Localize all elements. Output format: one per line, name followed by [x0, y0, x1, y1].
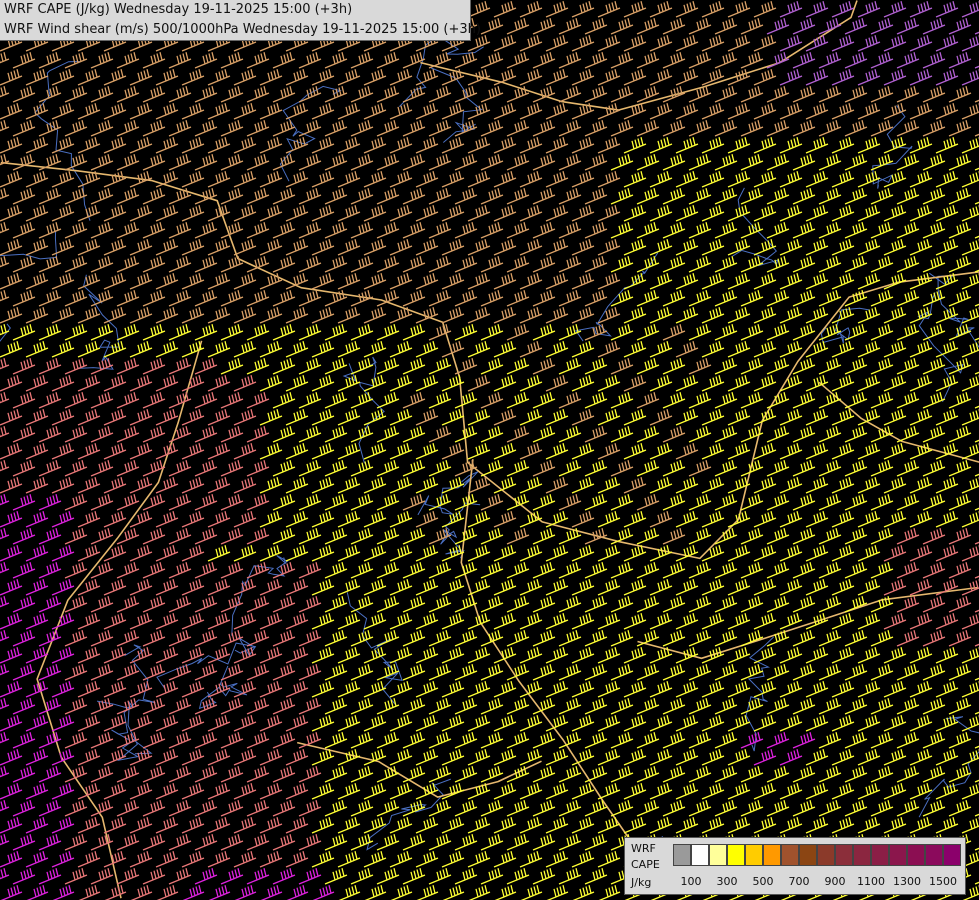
legend-color-scale — [673, 844, 961, 866]
legend-swatch — [691, 844, 709, 866]
legend-label-cape: CAPE — [631, 858, 660, 871]
wind-shear-map — [0, 0, 979, 900]
legend-swatch — [817, 844, 835, 866]
legend-tick: 1300 — [893, 875, 921, 888]
legend-tick: 500 — [752, 875, 774, 888]
legend-tick: 300 — [716, 875, 738, 888]
legend-swatch — [925, 844, 943, 866]
legend-swatch — [871, 844, 889, 866]
legend-tick: 100 — [680, 875, 702, 888]
legend-swatch — [763, 844, 781, 866]
legend-swatch — [727, 844, 745, 866]
cape-title: WRF CAPE (J/kg) Wednesday 19-11-2025 15:… — [4, 2, 353, 17]
legend-swatch — [943, 844, 961, 866]
legend-tick: 1500 — [929, 875, 957, 888]
cape-legend: WRF CAPE J/kg 100 300 500 700 900 1100 1300 150… — [624, 837, 966, 895]
legend-swatch — [907, 844, 925, 866]
legend-swatch — [709, 844, 727, 866]
legend-swatch — [781, 844, 799, 866]
wind-shear-title: WRF Wind shear (m/s) 500/1000hPa Wednesd… — [4, 22, 481, 37]
legend-swatch — [889, 844, 907, 866]
legend-tick: 700 — [788, 875, 810, 888]
title-panel: WRF CAPE (J/kg) Wednesday 19-11-2025 15:… — [0, 0, 481, 41]
legend-tick: 1100 — [857, 875, 885, 888]
legend-swatch — [799, 844, 817, 866]
legend-tick: 900 — [824, 875, 846, 888]
legend-swatch — [745, 844, 763, 866]
legend-swatch — [853, 844, 871, 866]
legend-label-units: J/kg — [631, 876, 652, 889]
legend-swatch — [673, 844, 691, 866]
legend-swatch — [835, 844, 853, 866]
legend-label-wrf: WRF — [631, 842, 656, 855]
